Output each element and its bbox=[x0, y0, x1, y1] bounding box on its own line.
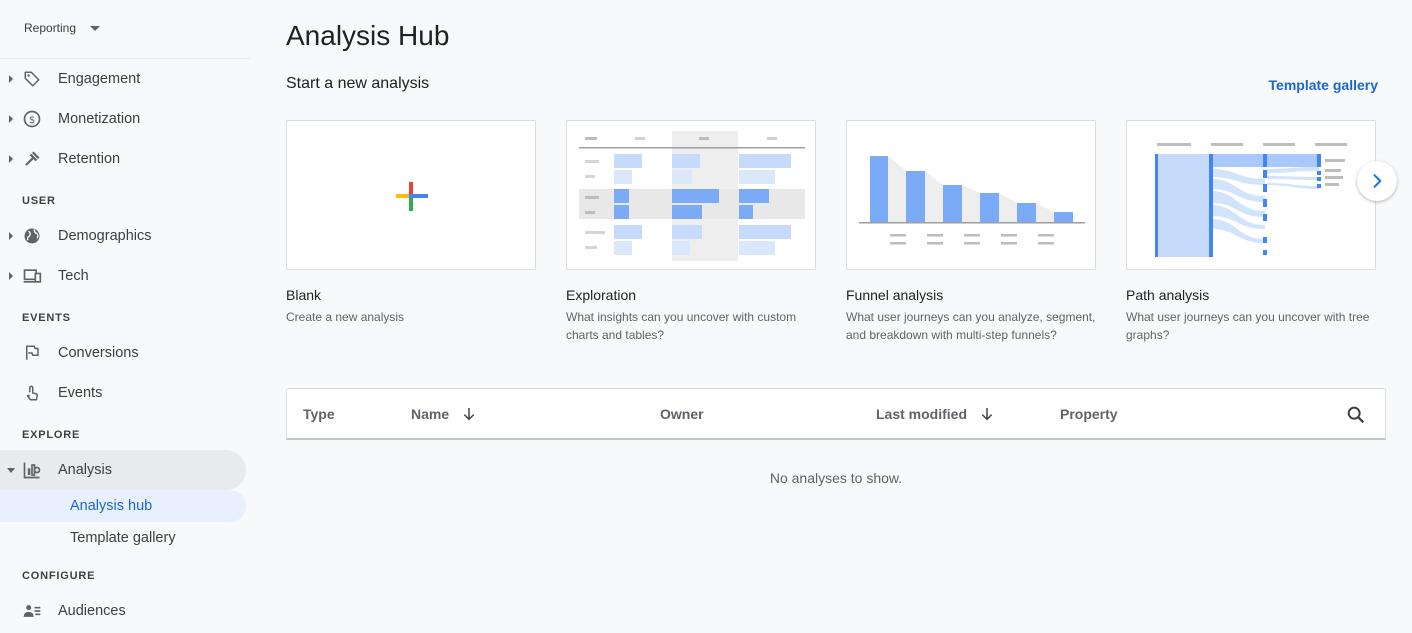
sidebar-item-label: Retention bbox=[58, 151, 121, 167]
globe-icon bbox=[22, 226, 42, 246]
sidebar-item-monetization[interactable]: $ Monetization bbox=[0, 99, 246, 139]
card-exploration[interactable]: Exploration What insights can you uncove… bbox=[566, 120, 816, 344]
card-title: Path analysis bbox=[1126, 287, 1210, 303]
magnet-icon bbox=[22, 149, 42, 169]
sidebar-item-audiences[interactable]: Audiences bbox=[0, 591, 246, 631]
sidebar-item-events[interactable]: Events bbox=[0, 373, 246, 413]
sidebar-item-label: Analysis bbox=[58, 462, 112, 478]
chevron-right-icon bbox=[1373, 174, 1382, 188]
card-thumbnail[interactable] bbox=[1126, 120, 1376, 270]
column-header-label: Last modified bbox=[876, 406, 968, 422]
column-header-name[interactable]: Name bbox=[411, 406, 477, 422]
sidebar-item-conversions[interactable]: Conversions bbox=[0, 333, 246, 373]
report-dropdown[interactable]: Reporting bbox=[24, 18, 101, 38]
touch-icon bbox=[22, 383, 42, 403]
section-title-events: EVENTS bbox=[22, 312, 71, 324]
card-description: What user journeys can you uncover with … bbox=[1126, 310, 1370, 342]
column-header-label: Owner bbox=[660, 406, 704, 422]
dollar-circle-icon: $ bbox=[22, 109, 42, 129]
exploration-table-illustration bbox=[579, 131, 805, 261]
column-header-label: Name bbox=[411, 406, 450, 422]
sidebar-subitem-template-gallery[interactable]: Template gallery bbox=[0, 522, 246, 554]
card-thumbnail[interactable] bbox=[286, 120, 536, 270]
card-title: Funnel analysis bbox=[846, 287, 944, 303]
start-analysis-label: Start a new analysis bbox=[286, 75, 430, 92]
column-header-property[interactable]: Property bbox=[1060, 406, 1118, 422]
sidebar-item-label: Audiences bbox=[58, 603, 126, 619]
flag-icon bbox=[22, 343, 42, 363]
card-blank[interactable]: Blank Create a new analysis bbox=[286, 120, 536, 326]
analyses-table-header: Type Name Owner Last modified Property bbox=[286, 388, 1386, 440]
card-description: What user journeys can you analyze, segm… bbox=[846, 310, 1096, 342]
sidebar: Reporting Engagement $ Monetization Rete… bbox=[0, 0, 250, 633]
card-description: Create a new analysis bbox=[286, 310, 405, 324]
sidebar-item-label: Conversions bbox=[58, 345, 139, 361]
expand-arrow-icon bbox=[9, 115, 13, 123]
sidebar-item-label: Monetization bbox=[58, 111, 141, 127]
sidebar-subitem-label: Template gallery bbox=[70, 530, 176, 546]
audiences-icon bbox=[22, 601, 42, 621]
funnel-chart-illustration bbox=[859, 156, 1085, 245]
sidebar-item-label: Engagement bbox=[58, 71, 141, 87]
sidebar-item-label: Events bbox=[58, 385, 103, 401]
card-funnel-analysis[interactable]: Funnel analysis What user journeys can y… bbox=[846, 120, 1096, 344]
template-gallery-link[interactable]: Template gallery bbox=[1269, 77, 1378, 93]
sidebar-item-engagement[interactable]: Engagement bbox=[0, 59, 246, 99]
column-header-type[interactable]: Type bbox=[303, 406, 335, 422]
plus-icon bbox=[396, 182, 428, 211]
analysis-chart-icon bbox=[22, 460, 42, 480]
section-title-user: USER bbox=[22, 195, 56, 207]
sidebar-item-label: Tech bbox=[58, 268, 89, 284]
page-title: Analysis Hub bbox=[286, 20, 450, 51]
expand-arrow-icon bbox=[9, 272, 13, 280]
card-description: What insights can you uncover with custo… bbox=[566, 310, 797, 342]
card-title: Blank bbox=[286, 287, 322, 303]
sidebar-subitem-label: Analysis hub bbox=[70, 498, 153, 514]
search-icon[interactable] bbox=[1345, 404, 1367, 426]
column-header-last-modified[interactable]: Last modified bbox=[876, 406, 995, 422]
expand-arrow-icon bbox=[9, 75, 13, 83]
caret-down-icon bbox=[90, 25, 101, 31]
section-title-configure: CONFIGURE bbox=[22, 570, 96, 582]
empty-state-text: No analyses to show. bbox=[769, 470, 903, 486]
collapse-arrow-icon bbox=[7, 467, 15, 473]
sidebar-item-tech[interactable]: Tech bbox=[0, 256, 246, 296]
sidebar-item-analysis[interactable]: Analysis bbox=[0, 450, 246, 490]
path-tree-illustration bbox=[1155, 143, 1347, 257]
expand-arrow-icon bbox=[9, 155, 13, 163]
section-title-explore: EXPLORE bbox=[22, 429, 81, 441]
column-header-owner[interactable]: Owner bbox=[660, 406, 704, 422]
tag-icon bbox=[22, 69, 42, 89]
report-dropdown-label: Reporting bbox=[24, 21, 77, 35]
card-thumbnail[interactable] bbox=[566, 120, 816, 270]
arrow-down-icon[interactable] bbox=[461, 406, 477, 422]
devices-icon bbox=[22, 266, 42, 286]
expand-arrow-icon bbox=[9, 232, 13, 240]
svg-text:$: $ bbox=[29, 115, 35, 126]
sidebar-item-label: Demographics bbox=[58, 228, 152, 244]
arrow-down-icon[interactable] bbox=[979, 406, 995, 422]
column-header-label: Property bbox=[1060, 406, 1118, 422]
sidebar-item-demographics[interactable]: Demographics bbox=[0, 216, 246, 256]
card-path-analysis[interactable]: Path analysis What user journeys can you… bbox=[1126, 120, 1376, 344]
card-thumbnail[interactable] bbox=[846, 120, 1096, 270]
sidebar-item-retention[interactable]: Retention bbox=[0, 139, 246, 179]
carousel-next-button[interactable] bbox=[1357, 161, 1397, 201]
column-header-label: Type bbox=[303, 406, 335, 422]
sidebar-subitem-analysis-hub[interactable]: Analysis hub bbox=[0, 490, 246, 522]
card-title: Exploration bbox=[566, 287, 637, 303]
